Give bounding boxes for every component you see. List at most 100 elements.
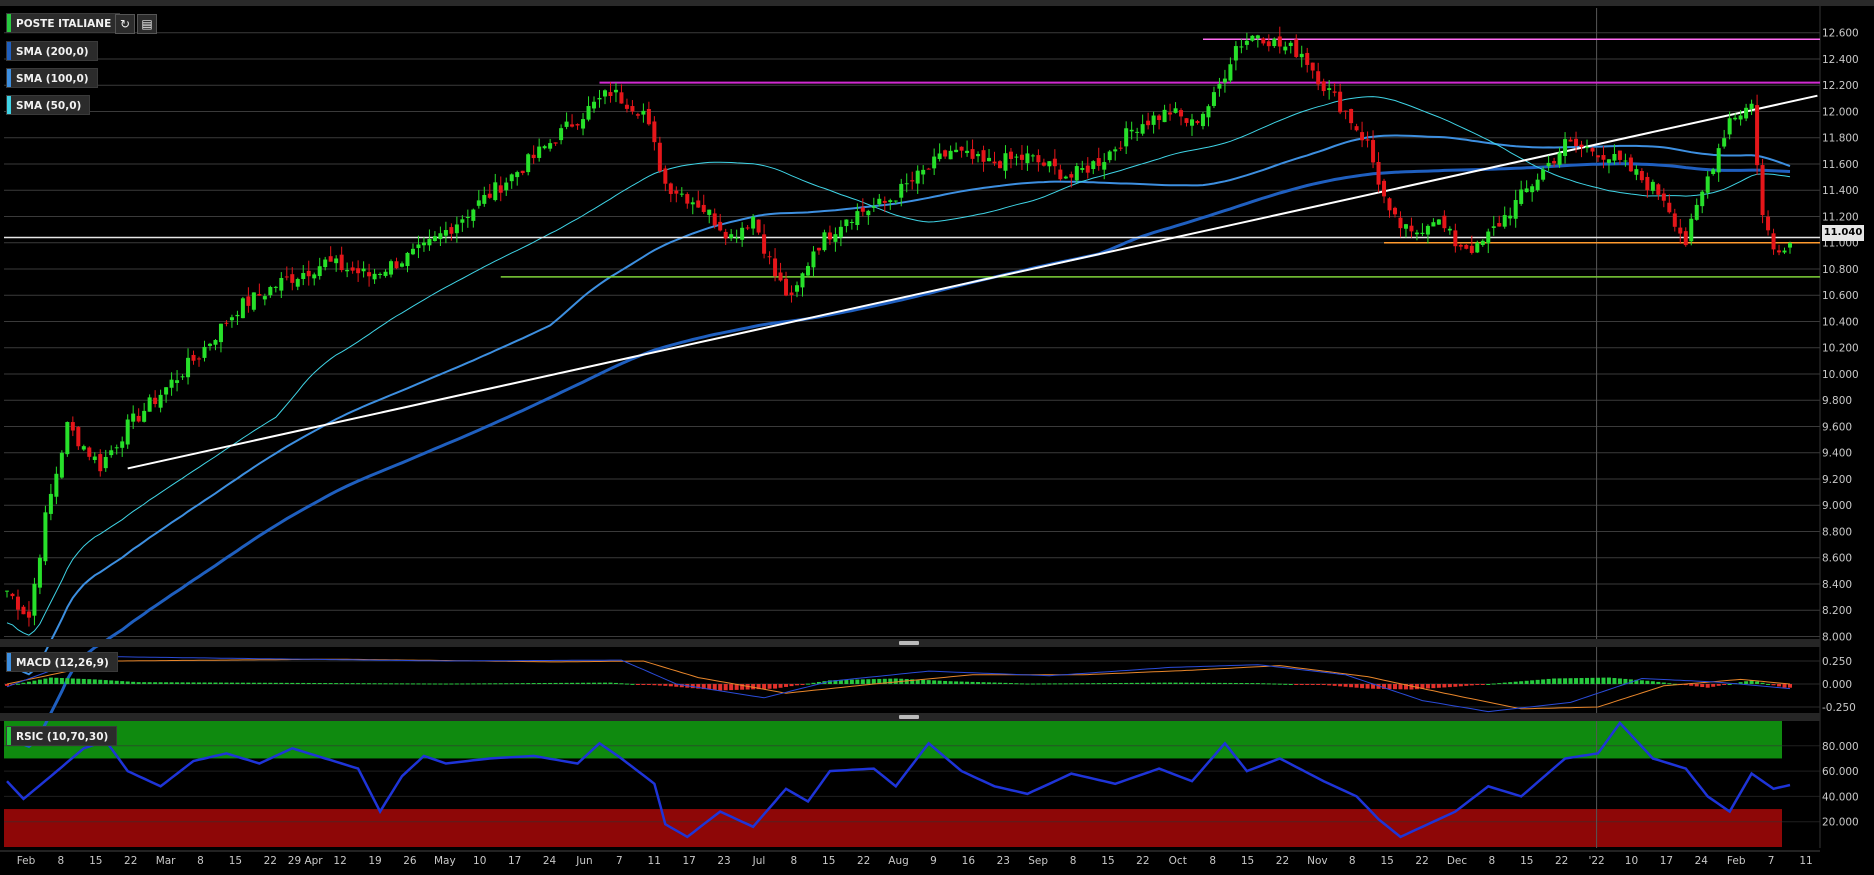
candle-body (1436, 219, 1441, 225)
x-tick-label: 11 (648, 855, 661, 867)
macd-bar (564, 682, 569, 684)
candle-body (877, 198, 882, 205)
candle-body (893, 200, 898, 202)
legend-sma-200[interactable]: SMA (200,0) (6, 41, 98, 61)
candle-body (570, 124, 575, 127)
macd-bar (729, 684, 734, 691)
macd-bar (273, 682, 278, 684)
candle-body (356, 268, 361, 274)
macd-bar (1392, 684, 1397, 690)
candle-body (465, 216, 470, 218)
candle-body (1409, 225, 1414, 232)
candle-body (888, 200, 893, 203)
candle-body (48, 493, 53, 514)
candle-body (1118, 147, 1123, 149)
macd-bar (959, 681, 964, 684)
candle-body (751, 216, 756, 229)
macd-bar (1744, 681, 1749, 684)
price-tick-label: 11.800 (1822, 133, 1859, 145)
x-tick-label: 15 (229, 855, 242, 867)
x-tick-label: 22 (1276, 855, 1289, 867)
chart-canvas[interactable]: 12.600 12.400 12.200 12.000 11.800 11.600 11.4… (0, 0, 1874, 875)
macd-bar (1585, 677, 1590, 684)
candle-body (641, 110, 646, 115)
candle-body (334, 258, 339, 264)
macd-bar (1601, 677, 1606, 684)
macd-bar (1530, 680, 1535, 684)
candle-body (92, 456, 97, 460)
candle-body (10, 593, 15, 597)
candle-body (487, 193, 492, 198)
candle-body (476, 200, 481, 206)
price-tick-label: 12.000 (1822, 106, 1859, 118)
macd-bar (531, 683, 536, 685)
macd-bar (1288, 684, 1293, 685)
macd-bar (542, 682, 547, 684)
price-tick-label: 11.200 (1822, 211, 1859, 223)
candle-body (1431, 222, 1436, 227)
legend-rsi[interactable]: RSIC (10,70,30) (6, 726, 118, 746)
candle-body (1074, 166, 1079, 181)
candle-body (471, 209, 476, 221)
macd-bar (1760, 682, 1765, 684)
x-tick-label: 17 (682, 855, 695, 867)
panel-splitter[interactable] (0, 713, 1820, 721)
macd-bar (1595, 677, 1600, 684)
macd-bar (197, 682, 202, 684)
candle-body (1113, 149, 1118, 152)
macd-bar (43, 678, 48, 684)
x-tick-label: 15 (1520, 855, 1533, 867)
panel-splitter[interactable] (0, 639, 1820, 647)
candle-body (21, 606, 26, 615)
candle-body (26, 611, 31, 618)
refresh-icon[interactable]: ↻ (115, 14, 135, 34)
macd-bar (1239, 682, 1244, 684)
rsi-tick-label: 40.000 (1822, 791, 1859, 803)
macd-bar (789, 684, 794, 687)
candle-body (1030, 155, 1035, 157)
macd-bar (1014, 683, 1019, 685)
splitter-grip[interactable] (899, 715, 919, 719)
candle-body (1343, 110, 1348, 112)
macd-bar (992, 682, 997, 684)
candle-body (400, 263, 405, 267)
legend-sma-50[interactable]: SMA (50,0) (6, 95, 91, 115)
candle-body (37, 557, 42, 588)
x-tick-label: Jul (752, 855, 766, 867)
candle-body (1365, 139, 1370, 141)
macd-bar (136, 682, 141, 684)
candle-body (65, 422, 70, 455)
splitter-grip[interactable] (899, 641, 919, 645)
macd-tick-label: 0.250 (1822, 656, 1852, 668)
candle-body (1102, 162, 1107, 170)
candle-body (1107, 151, 1112, 161)
macd-bar (1140, 682, 1145, 684)
macd-bar (186, 682, 191, 684)
candle-body (1299, 53, 1304, 58)
candle-body (120, 441, 125, 448)
x-tick-label: Feb (17, 855, 36, 867)
legend-macd[interactable]: MACD (12,26,9) (6, 652, 118, 672)
candle-body (1585, 146, 1590, 149)
x-tick-label: 15 (822, 855, 835, 867)
candle-body (295, 279, 300, 287)
macd-bar (1255, 683, 1260, 685)
candle-body (954, 149, 959, 153)
chart-settings-icon[interactable]: ▤ (137, 14, 157, 34)
candle-body (1179, 110, 1184, 117)
candle-body (454, 224, 459, 234)
macd-bar (240, 682, 245, 684)
macd-bar (378, 683, 383, 685)
x-tick-label: 23 (997, 855, 1010, 867)
x-tick-label: 22 (1136, 855, 1149, 867)
macd-bar (1310, 684, 1315, 685)
legend-sma-100[interactable]: SMA (100,0) (6, 68, 98, 88)
legend-swatch (7, 42, 11, 60)
x-tick-label: 24 (543, 855, 557, 867)
legend-poste-italiane[interactable]: POSTE ITALIANE (6, 13, 121, 33)
candle-body (1019, 154, 1024, 160)
candle-body (1519, 189, 1524, 204)
macd-bar (800, 684, 805, 685)
candle-body (153, 397, 158, 404)
macd-bar (1447, 684, 1452, 688)
